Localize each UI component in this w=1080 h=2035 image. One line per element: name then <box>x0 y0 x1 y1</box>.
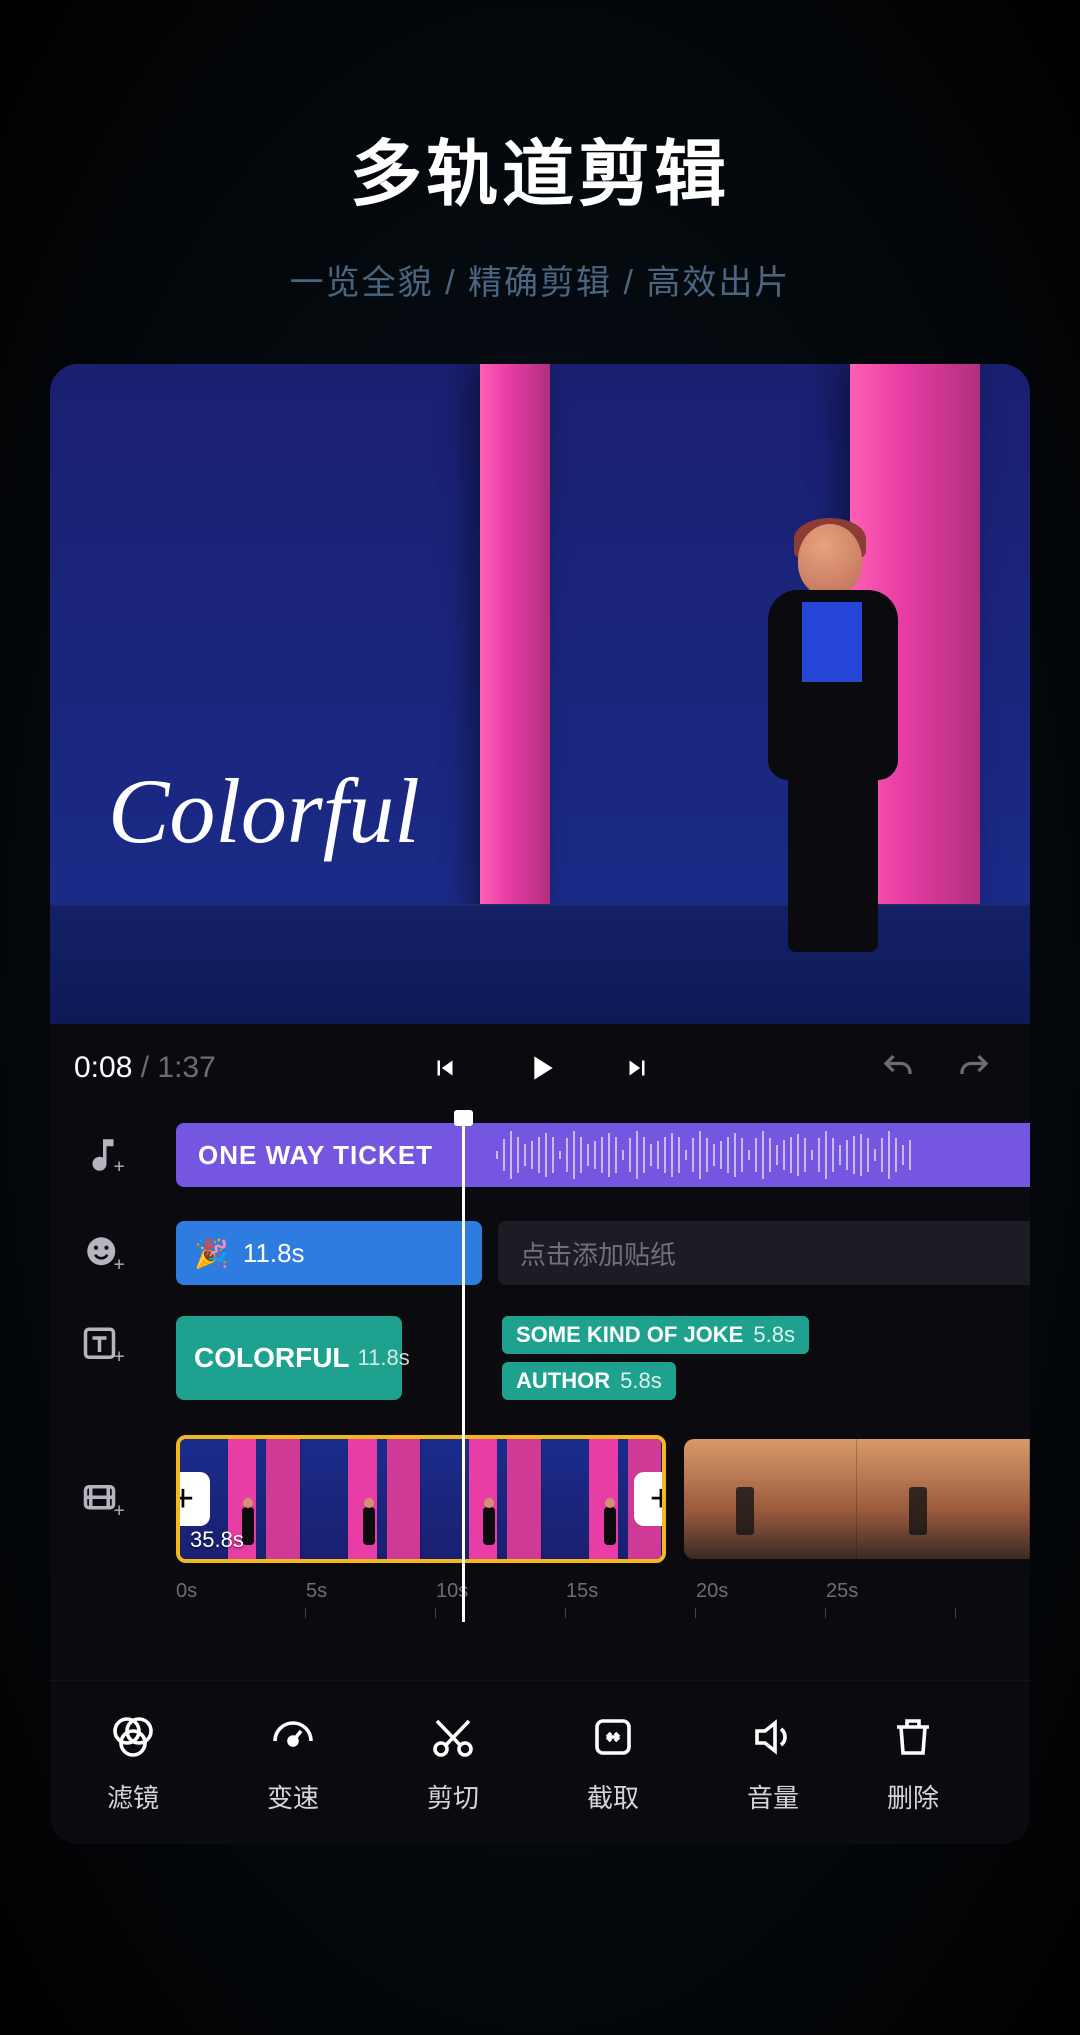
video-thumbnail <box>421 1439 542 1559</box>
text-clip-label: SOME KIND OF JOKE <box>516 1322 743 1348</box>
skip-previous-icon <box>430 1053 460 1083</box>
subtitle: 一览全貌 / 精确剪辑 / 高效出片 <box>0 255 1080 304</box>
ruler-tick: 0s <box>176 1580 306 1630</box>
video-preview[interactable]: Colorful <box>50 364 1030 1024</box>
text-clip-label: COLORFUL <box>194 1342 350 1374</box>
scissors-icon <box>426 1710 480 1764</box>
emoji-plus-icon: + <box>82 1232 124 1274</box>
speed-tool[interactable]: 变速 <box>238 1710 348 1815</box>
waveform-icon <box>496 1123 1030 1187</box>
sticker-duration: 11.8s <box>243 1238 305 1269</box>
volume-icon <box>746 1710 800 1764</box>
skip-next-icon <box>622 1053 652 1083</box>
video-track-row: + + 35.8s + <box>50 1434 1030 1564</box>
tool-label: 剪切 <box>427 1778 479 1815</box>
text-clip-main[interactable]: COLORFUL 11.8s <box>176 1316 402 1400</box>
add-sticker-placeholder[interactable]: 点击添加贴纸 <box>498 1221 1030 1285</box>
trash-icon <box>886 1710 940 1764</box>
undo-icon <box>876 1050 920 1086</box>
playbar: 0:08 / 1:37 <box>50 1024 1030 1112</box>
music-clip[interactable]: ONE WAY TICKET <box>176 1123 1030 1187</box>
text-plus-icon: + <box>82 1324 124 1366</box>
text-clip[interactable]: AUTHOR 5.8s <box>502 1362 676 1400</box>
tool-label: 删除 <box>887 1778 939 1815</box>
delete-tool[interactable]: 删除 <box>878 1710 948 1815</box>
sticker-track-row: + 🎉 11.8s 点击添加贴纸 <box>50 1218 1030 1288</box>
tool-label: 音量 <box>747 1778 799 1815</box>
sticker-clip[interactable]: 🎉 11.8s <box>176 1221 482 1285</box>
undo-button[interactable] <box>866 1036 930 1100</box>
crop-icon <box>586 1710 640 1764</box>
tool-label: 截取 <box>587 1778 639 1815</box>
svg-text:+: + <box>114 1501 125 1521</box>
preview-text-overlay: Colorful <box>108 758 420 864</box>
page-title: 多轨道剪辑 <box>0 115 1080 220</box>
timeline: + ONE WAY TICKET + 🎉 11.8s 点击添加贴纸 + COLO… <box>50 1112 1030 1680</box>
add-clip-after-button[interactable]: + <box>634 1472 666 1526</box>
volume-tool[interactable]: 音量 <box>718 1710 828 1815</box>
text-track-row: + COLORFUL 11.8s SOME KIND OF JOKE 5.8s … <box>50 1316 1030 1406</box>
add-video-button[interactable]: + <box>74 1470 132 1528</box>
add-clip-before-button[interactable]: + <box>176 1472 210 1526</box>
duration: 1:37 <box>157 1051 215 1084</box>
svg-text:+: + <box>114 1347 125 1367</box>
music-plus-icon: + <box>82 1134 124 1176</box>
speedometer-icon <box>266 1710 320 1764</box>
current-time: 0:08 <box>74 1051 132 1084</box>
ruler-tick: 20s <box>696 1580 826 1630</box>
ruler-tick: 10s <box>436 1580 566 1630</box>
filter-tool[interactable]: 滤镜 <box>78 1710 188 1815</box>
editor-card: Colorful 0:08 / 1:37 <box>50 364 1030 1844</box>
add-text-button[interactable]: + <box>74 1316 132 1374</box>
video-thumbnail <box>301 1439 422 1559</box>
filter-icon <box>106 1710 160 1764</box>
cut-tool[interactable]: 剪切 <box>398 1710 508 1815</box>
preview-subject <box>750 524 930 944</box>
play-button[interactable] <box>509 1036 573 1100</box>
text-clip[interactable]: SOME KIND OF JOKE 5.8s <box>502 1316 809 1354</box>
time-display: 0:08 / 1:37 <box>74 1051 216 1085</box>
timeline-ruler[interactable]: 0s 5s 10s 15s 20s 25s <box>50 1580 1030 1630</box>
text-clip-duration: 5.8s <box>620 1368 662 1394</box>
prev-button[interactable] <box>413 1036 477 1100</box>
music-clip-label: ONE WAY TICKET <box>198 1140 433 1171</box>
music-track-row: + ONE WAY TICKET <box>50 1120 1030 1190</box>
add-music-button[interactable]: + <box>74 1126 132 1184</box>
video-thumbnail <box>857 1439 1030 1559</box>
playhead[interactable] <box>462 1112 465 1622</box>
video-thumbnail <box>684 1439 857 1559</box>
video-clip-selected[interactable]: + 35.8s + <box>176 1435 666 1563</box>
bottom-toolbar: 滤镜 变速 剪切 截取 音量 <box>50 1680 1030 1844</box>
text-clip-label: AUTHOR <box>516 1368 610 1394</box>
ruler-tick: 25s <box>826 1580 956 1630</box>
tool-label: 变速 <box>267 1778 319 1815</box>
ruler-tick: 15s <box>566 1580 696 1630</box>
video-clip[interactable] <box>684 1439 1030 1559</box>
text-clip-duration: 11.8s <box>358 1345 410 1371</box>
redo-icon <box>952 1050 996 1086</box>
play-icon <box>521 1048 561 1088</box>
add-sticker-button[interactable]: + <box>74 1224 132 1282</box>
crop-tool[interactable]: 截取 <box>558 1710 668 1815</box>
party-popper-icon: 🎉 <box>194 1237 229 1270</box>
text-clip-duration: 5.8s <box>753 1322 795 1348</box>
svg-text:+: + <box>114 1255 125 1275</box>
tool-label: 滤镜 <box>107 1778 159 1815</box>
redo-button[interactable] <box>942 1036 1006 1100</box>
film-plus-icon: + <box>82 1478 124 1520</box>
video-clip-duration: 35.8s <box>190 1527 244 1553</box>
svg-text:+: + <box>114 1157 125 1177</box>
next-button[interactable] <box>605 1036 669 1100</box>
ruler-tick: 5s <box>306 1580 436 1630</box>
